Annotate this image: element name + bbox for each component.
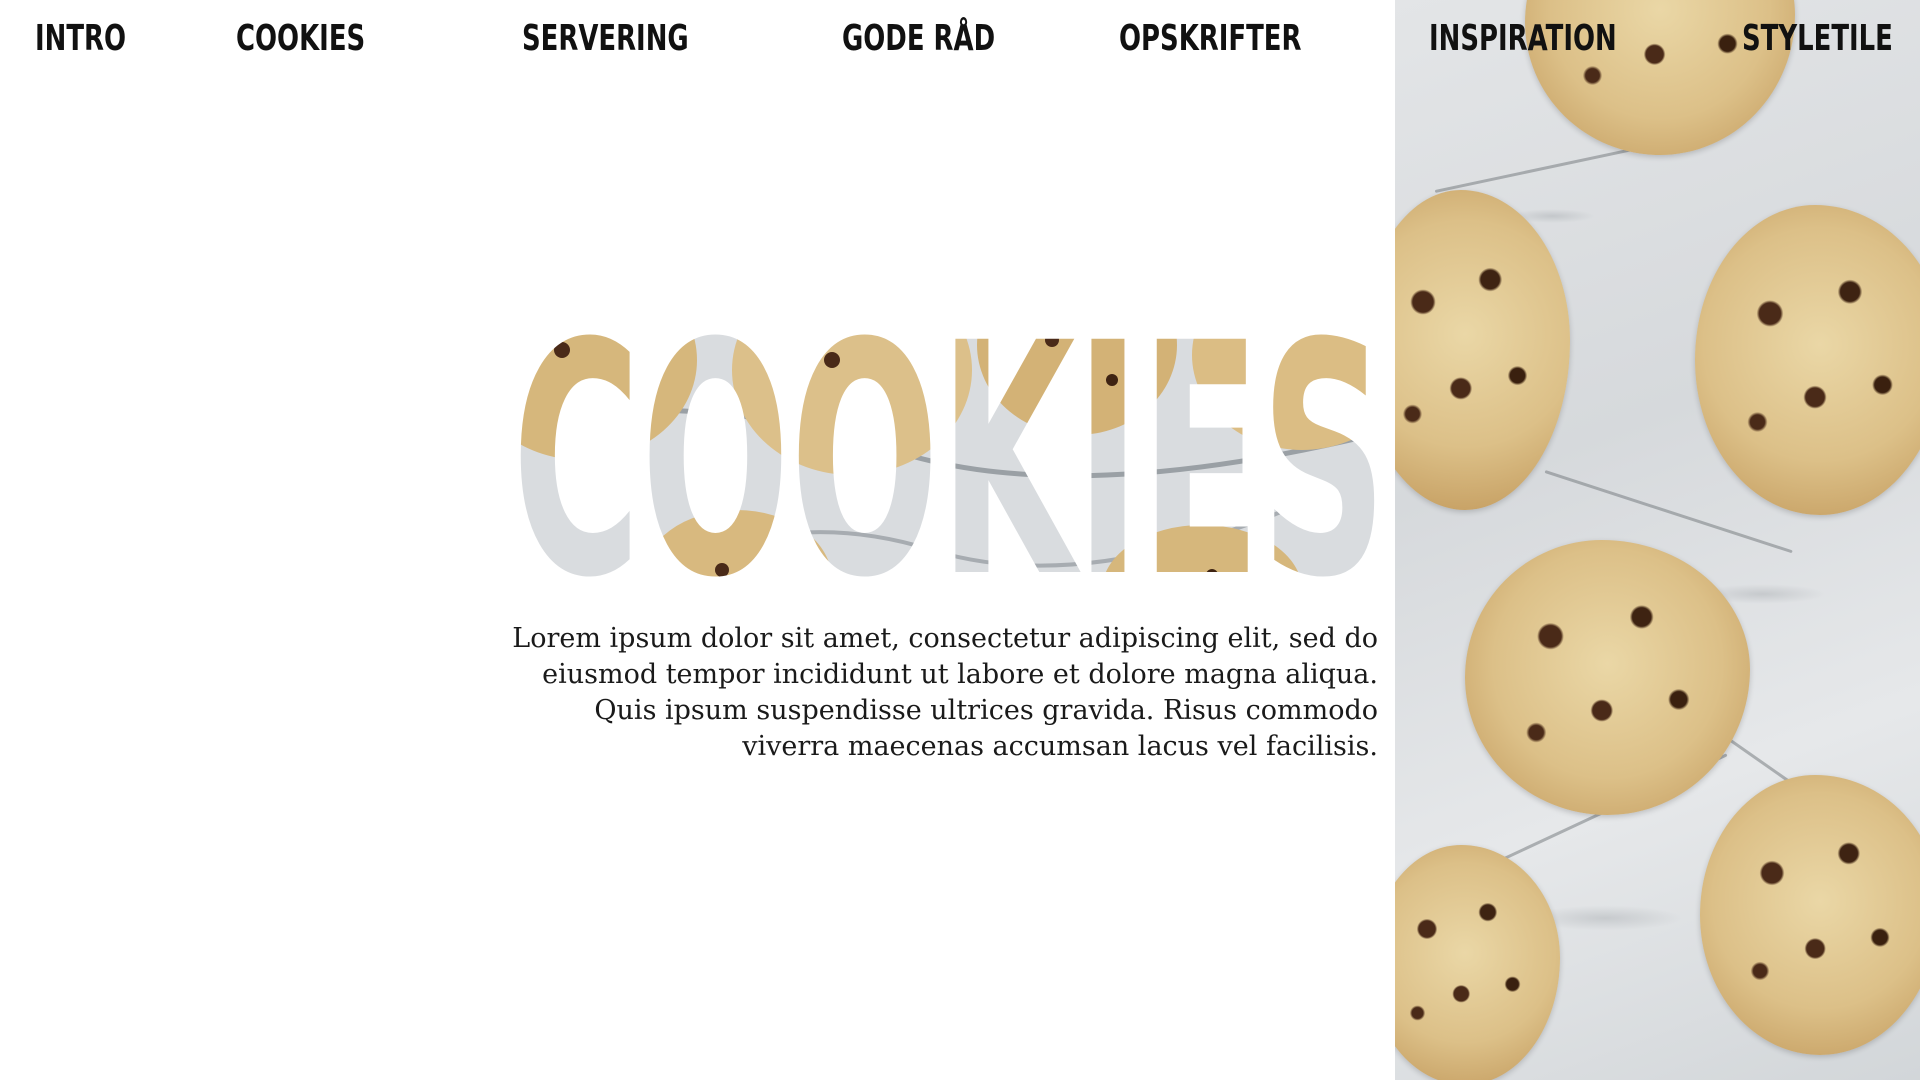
cookie-image: [1695, 205, 1920, 515]
cookie-image: [1465, 540, 1750, 815]
marble-vein: [1434, 144, 1651, 193]
cookie-image: [1700, 775, 1920, 1055]
nav-item-inspiration[interactable]: INSPIRATION: [1429, 18, 1617, 59]
intro-paragraph: Lorem ipsum dolor sit amet, consectetur …: [512, 623, 1378, 762]
cookies-photo-panel: [1395, 0, 1920, 1080]
hero-title-text: COOKIES: [512, 300, 1387, 590]
nav-item-styletile[interactable]: STYLETILE: [1742, 18, 1893, 59]
cookie-image: [1395, 190, 1570, 510]
nav-item-gode-raad[interactable]: GODE RÅD: [842, 18, 995, 59]
hero-title-svg: COOKIES: [512, 300, 1387, 590]
nav-item-intro[interactable]: INTRO: [35, 18, 126, 59]
nav-item-cookies[interactable]: COOKIES: [236, 18, 365, 59]
cookie-image: [1395, 845, 1560, 1080]
hero-title: COOKIES: [512, 300, 1392, 590]
main-nav: INTRO COOKIES SERVERING GODE RÅD OPSKRIF…: [0, 18, 1920, 78]
nav-item-opskrifter[interactable]: OPSKRIFTER: [1119, 18, 1301, 59]
nav-item-servering[interactable]: SERVERING: [522, 18, 689, 59]
